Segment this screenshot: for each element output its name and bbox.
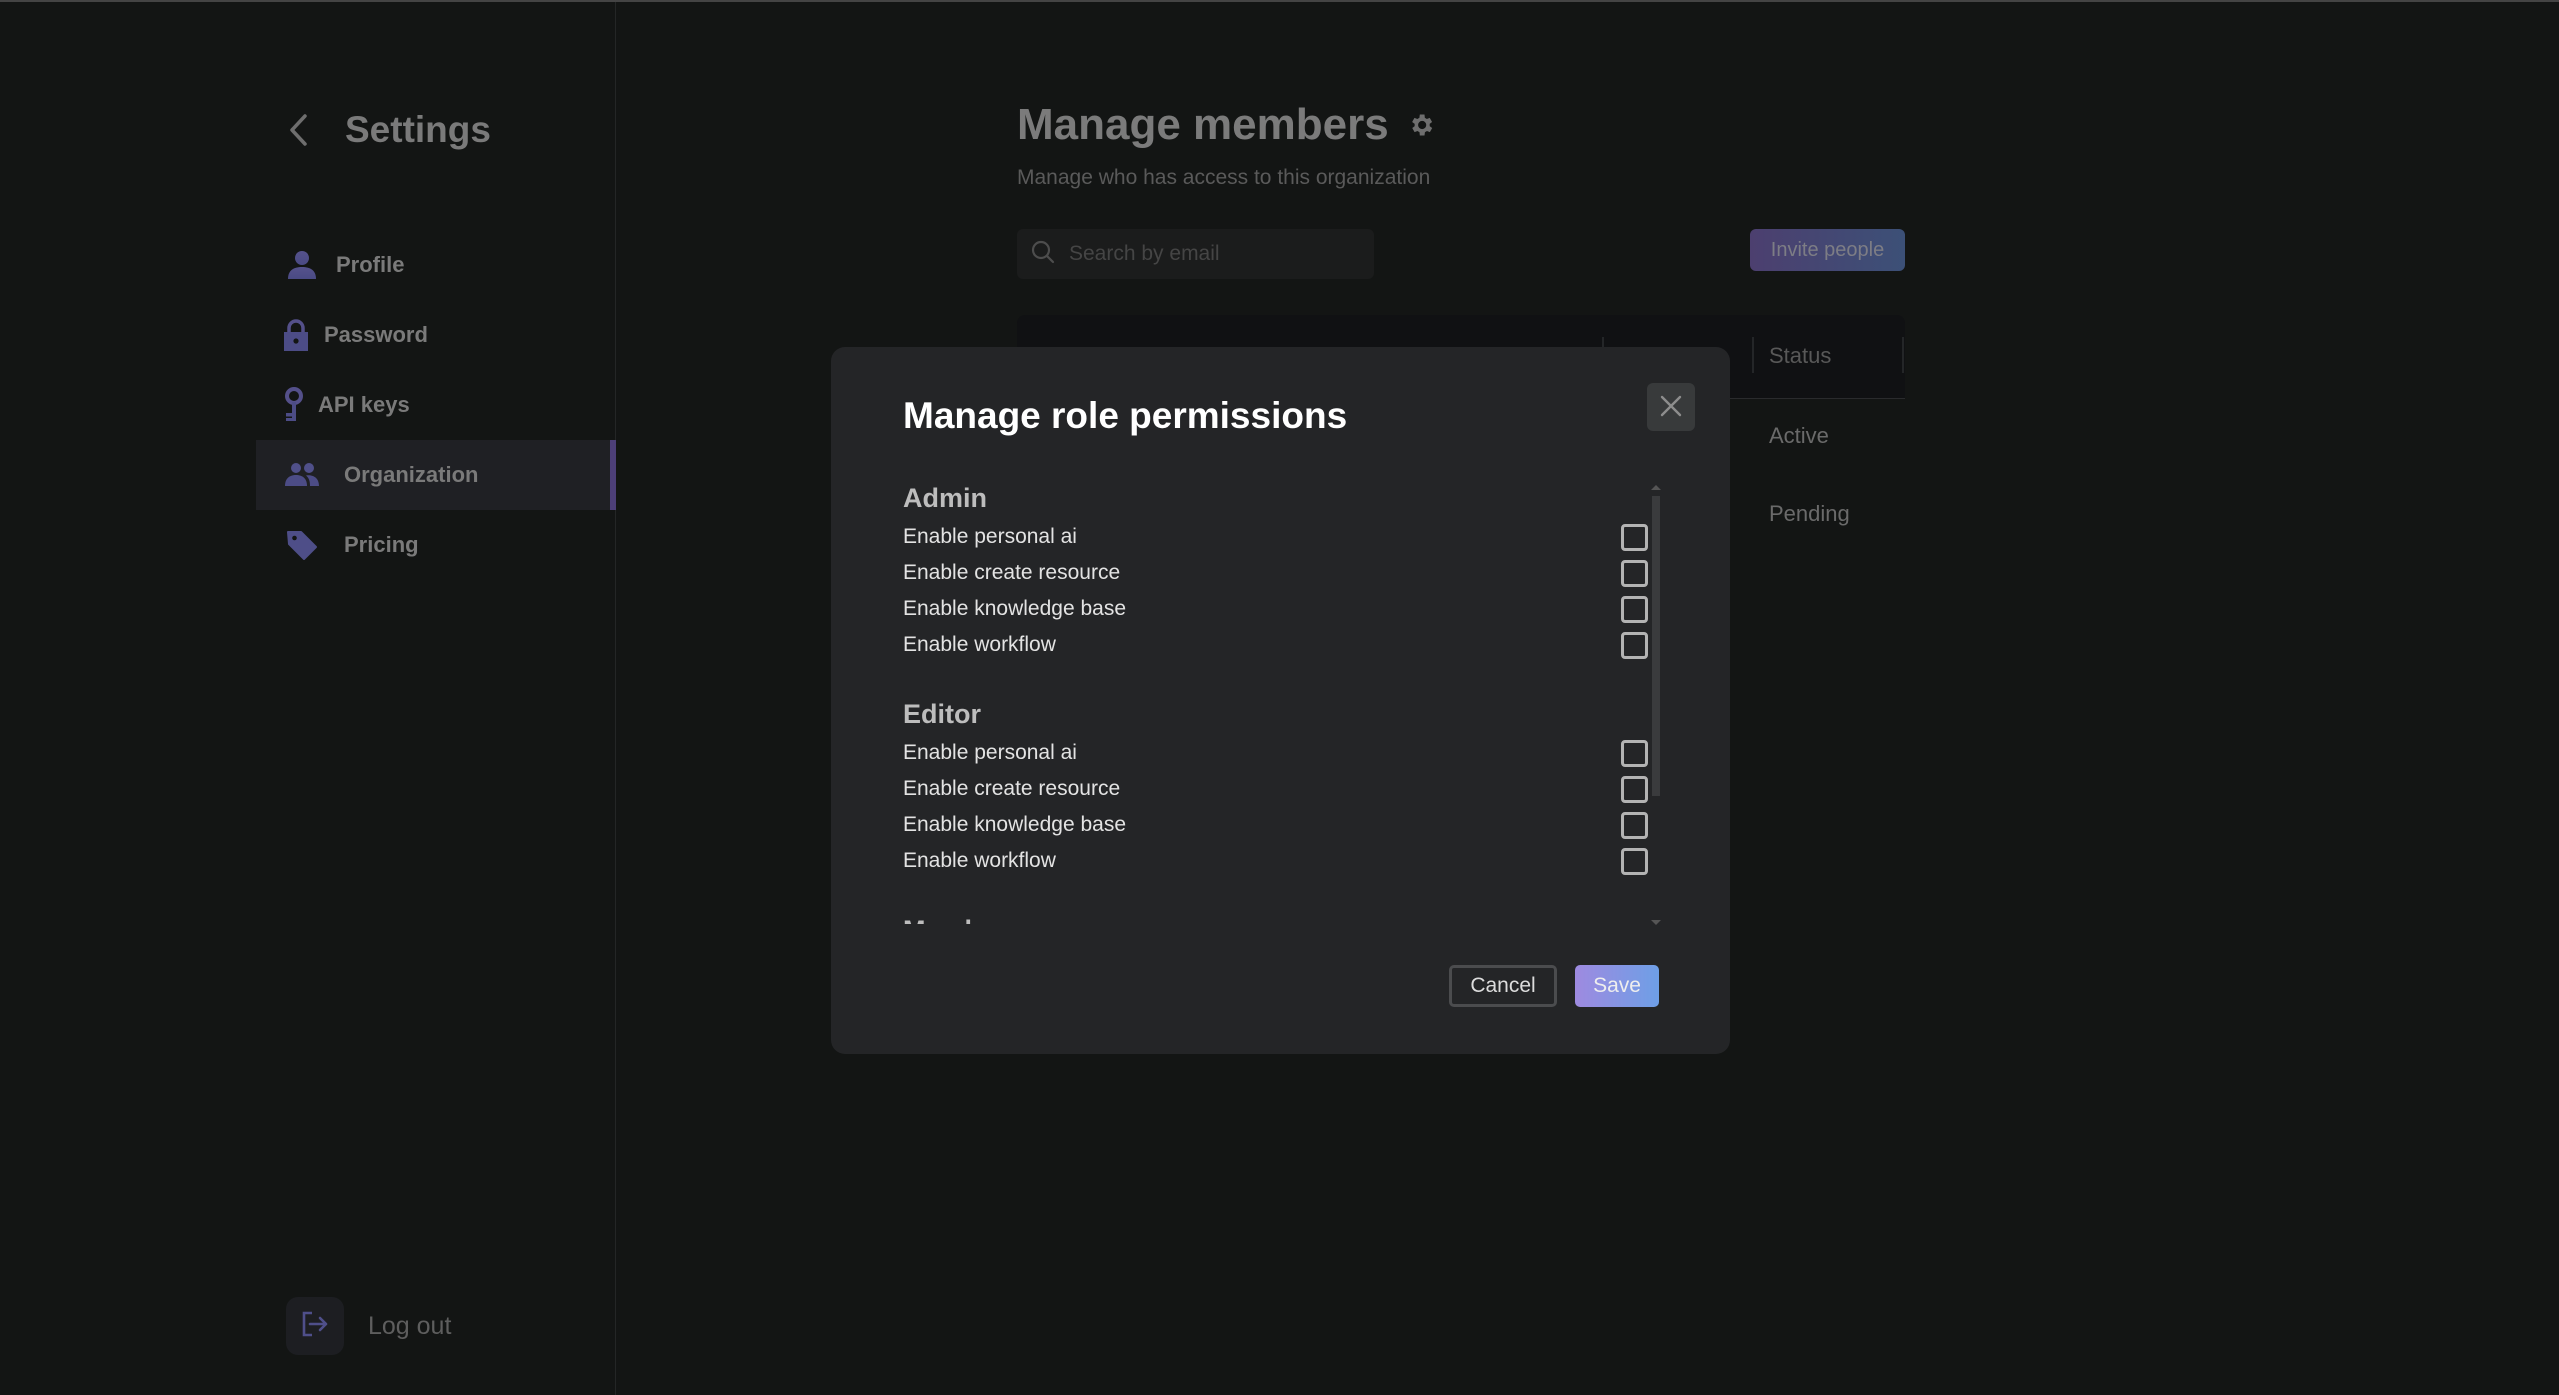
permission-row[interactable]: Enable knowledge base — [903, 591, 1663, 627]
permission-row[interactable]: Enable personal ai — [903, 519, 1663, 555]
permissions-scroll-area[interactable]: Admin Enable personal ai Enable create r… — [903, 477, 1663, 924]
permission-row[interactable]: Enable personal ai — [903, 735, 1663, 771]
sidebar-item-password[interactable]: Password — [256, 300, 616, 370]
page-subtitle: Manage who has access to this organizati… — [1017, 166, 1431, 189]
role-heading: Editor — [903, 699, 981, 729]
permission-label: Enable workflow — [903, 849, 1056, 872]
sidebar-item-label: Pricing — [344, 532, 419, 557]
save-button[interactable]: Save — [1575, 965, 1659, 1007]
permission-checkbox[interactable] — [1621, 739, 1648, 767]
permission-label: Enable create resource — [903, 561, 1121, 584]
search-input[interactable] — [1069, 242, 1349, 266]
sidebar-item-label: API keys — [318, 392, 410, 417]
permission-row[interactable]: Enable workflow — [903, 627, 1663, 663]
permission-checkbox[interactable] — [1621, 559, 1648, 587]
logout-icon — [300, 1310, 330, 1343]
logout-icon-box — [286, 1297, 344, 1355]
permission-label: Enable create resource — [903, 777, 1121, 800]
role-heading: Member — [903, 909, 1663, 924]
status-cell: Active — [1769, 423, 1829, 448]
key-icon — [276, 387, 312, 423]
scroll-down-arrow-icon[interactable] — [1651, 920, 1661, 925]
permission-label: Enable knowledge base — [903, 813, 1127, 836]
settings-nav: Profile Password API keys Organization P… — [256, 230, 616, 580]
status-cell: Pending — [1769, 501, 1850, 526]
sidebar-item-label: Organization — [344, 462, 479, 487]
page-title: Manage members — [1017, 100, 1389, 149]
sidebar-item-organization[interactable]: Organization — [256, 440, 616, 510]
column-divider[interactable] — [1902, 337, 1904, 373]
permission-label: Enable workflow — [903, 633, 1056, 656]
permission-row[interactable]: Enable create resource — [903, 771, 1663, 807]
settings-sidebar: Settings Profile Password API keys Organ… — [0, 2, 616, 1395]
settings-header: Settings — [287, 102, 491, 158]
permissions-scrollbar[interactable] — [1650, 485, 1662, 925]
sidebar-item-label: Profile — [336, 252, 405, 277]
permission-checkbox[interactable] — [1621, 631, 1648, 659]
scroll-up-arrow-icon[interactable] — [1651, 485, 1661, 490]
close-button[interactable] — [1647, 383, 1695, 431]
role-group-editor: Editor Enable personal ai Enable create … — [903, 693, 1663, 879]
modal-title: Manage role permissions — [903, 395, 1348, 436]
search-icon — [1031, 240, 1055, 269]
sidebar-item-label: Password — [324, 322, 428, 347]
role-heading: Admin — [903, 483, 987, 513]
search-box — [1017, 229, 1374, 279]
sidebar-item-api-keys[interactable]: API keys — [256, 370, 616, 440]
permission-label: Enable personal ai — [903, 741, 1077, 764]
permission-checkbox[interactable] — [1621, 775, 1648, 803]
sidebar-item-pricing[interactable]: Pricing — [256, 510, 616, 580]
tag-icon — [284, 527, 320, 563]
permission-label: Enable personal ai — [903, 525, 1077, 548]
role-group-member: Member — [903, 909, 1663, 924]
page-title-row: Manage members — [1017, 100, 1435, 150]
permission-label: Enable knowledge base — [903, 597, 1127, 620]
permission-row[interactable]: Enable knowledge base — [903, 807, 1663, 843]
close-icon — [1659, 394, 1683, 421]
logout-label: Log out — [368, 1311, 452, 1340]
permission-row[interactable]: Enable create resource — [903, 555, 1663, 591]
manage-role-permissions-modal: Manage role permissions Admin Enable per… — [831, 347, 1730, 1054]
role-group-admin: Admin Enable personal ai Enable create r… — [903, 477, 1663, 663]
settings-title: Settings — [345, 109, 491, 150]
permission-checkbox[interactable] — [1621, 847, 1648, 875]
chevron-left-icon[interactable] — [287, 110, 317, 150]
logout-button[interactable]: Log out — [286, 1297, 451, 1355]
cancel-button[interactable]: Cancel — [1449, 965, 1557, 1007]
permission-checkbox[interactable] — [1621, 811, 1648, 839]
permission-row[interactable]: Enable workflow — [903, 843, 1663, 879]
permission-checkbox[interactable] — [1621, 523, 1648, 551]
invite-people-button[interactable]: Invite people — [1750, 229, 1905, 271]
people-icon — [284, 457, 320, 493]
scrollbar-thumb[interactable] — [1652, 496, 1660, 796]
column-divider[interactable] — [1752, 337, 1754, 373]
sidebar-item-profile[interactable]: Profile — [256, 230, 616, 300]
permission-checkbox[interactable] — [1621, 595, 1648, 623]
user-icon — [284, 247, 320, 283]
lock-icon — [278, 317, 314, 353]
gear-icon[interactable] — [1407, 111, 1435, 139]
column-header-status[interactable]: Status — [1769, 343, 1831, 369]
